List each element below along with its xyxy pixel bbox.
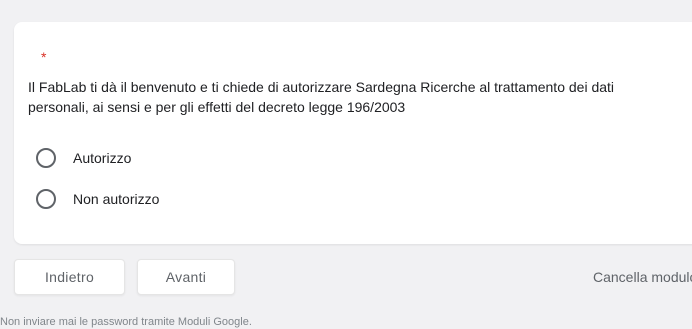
next-button[interactable]: Avanti bbox=[137, 259, 235, 295]
clear-form-button[interactable]: Cancella modulo bbox=[593, 259, 692, 295]
radio-autorizzo-icon[interactable] bbox=[36, 148, 56, 168]
required-asterisk: * bbox=[41, 49, 47, 65]
question-text: Il FabLab ti dà il benvenuto e ti chiede… bbox=[28, 79, 615, 115]
option-autorizzo[interactable]: Autorizzo bbox=[36, 147, 131, 169]
option-autorizzo-label: Autorizzo bbox=[73, 150, 132, 166]
option-non-autorizzo[interactable]: Non autorizzo bbox=[36, 188, 159, 210]
password-warning: Non inviare mai le password tramite Modu… bbox=[0, 316, 252, 328]
option-non-autorizzo-label: Non autorizzo bbox=[73, 191, 160, 207]
radio-non-autorizzo-icon[interactable] bbox=[36, 189, 56, 209]
question-card bbox=[14, 22, 692, 244]
back-button[interactable]: Indietro bbox=[14, 259, 125, 295]
